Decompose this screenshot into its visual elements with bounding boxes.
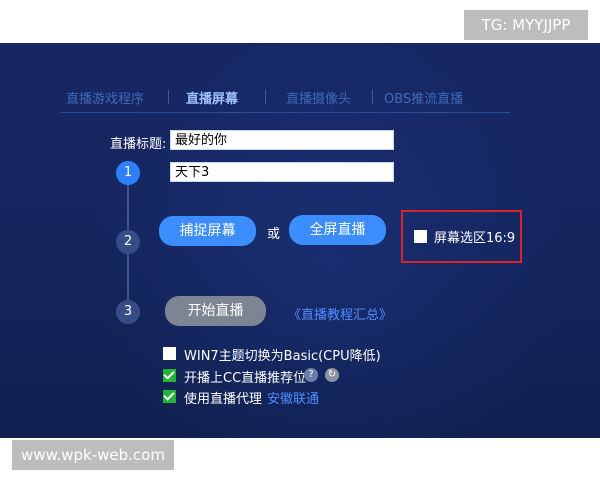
or-text: 或 [267, 227, 281, 242]
step-3: 3 [116, 300, 140, 324]
fullscreen-live-button[interactable]: 全屏直播 [289, 215, 386, 245]
help-icon[interactable]: ? [304, 368, 318, 382]
tab-bar: 直播游戏程序 直播屏幕 直播摄像头 OBS推流直播 [60, 88, 480, 112]
step-1: 1 [116, 161, 140, 185]
check-icon [163, 389, 175, 401]
tab-divider [168, 90, 169, 104]
tab-divider [372, 90, 373, 104]
tab-screen[interactable]: 直播屏幕 [186, 88, 238, 107]
title-label: 直播标题: [110, 137, 167, 152]
title-input[interactable]: 最好的你 [170, 130, 394, 150]
win7-basic-checkbox[interactable] [163, 347, 176, 360]
watermark-badge: www.wpk-web.com [12, 440, 174, 470]
tab-divider [265, 90, 266, 104]
proxy-checkbox[interactable] [163, 389, 176, 403]
step-2: 2 [116, 230, 140, 254]
tab-game-program[interactable]: 直播游戏程序 [66, 88, 144, 107]
refresh-icon[interactable]: ↻ [325, 368, 339, 382]
cc-recommend-label: 开播上CC直播推荐位 [184, 371, 307, 386]
game-input[interactable]: 天下3 [170, 162, 394, 182]
tab-obs-stream[interactable]: OBS推流直播 [384, 88, 463, 107]
tab-underline [60, 112, 510, 113]
ratio-label: 屏幕选区16:9 [434, 231, 516, 246]
start-live-button[interactable]: 开始直播 [165, 296, 266, 326]
tutorial-link[interactable]: 《直播教程汇总》 [288, 304, 392, 323]
tg-badge: TG: MYYJJPP [464, 10, 588, 40]
cc-recommend-checkbox[interactable] [163, 368, 176, 382]
capture-screen-button[interactable]: 捕捉屏幕 [159, 216, 256, 246]
proxy-label: 使用直播代理 [184, 392, 263, 407]
tab-camera[interactable]: 直播摄像头 [286, 88, 351, 107]
ratio-checkbox[interactable] [414, 230, 427, 243]
win7-basic-label: WIN7主题切换为Basic(CPU降低) [184, 349, 381, 364]
check-icon [163, 368, 175, 380]
proxy-isp-link[interactable]: 安徽联通 [267, 388, 319, 407]
